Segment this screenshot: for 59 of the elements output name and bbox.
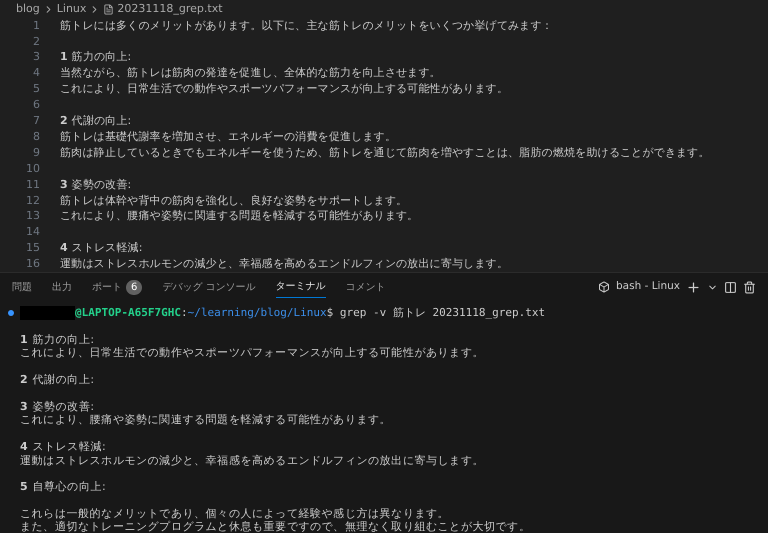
file-icon — [103, 4, 114, 14]
panel-tab[interactable]: 問題 — [12, 276, 32, 298]
code-line: 3 姿勢の改善: — [60, 176, 132, 193]
code-line: これにより、腰痛や姿勢に関連する問題を軽減する可能性があります。 — [60, 208, 418, 224]
split-icon[interactable] — [724, 280, 737, 294]
breadcrumb-item[interactable]: Linux — [56, 0, 86, 18]
terminal-output-line: 運動はストレスホルモンの減少と、幸福感を高めるエンドルフィンの放出に寄与します。 — [20, 454, 484, 467]
prompt-text: : — [180, 304, 188, 321]
line-number: 15 — [25, 240, 40, 256]
line-number: 3 — [32, 49, 40, 66]
panel-tab[interactable]: デバッグ コンソール — [162, 276, 256, 298]
terminal-output-line: 2 代謝の向上: — [20, 373, 95, 386]
terminal-output-line: また、適切なトレーニングプログラムと休息も重要ですので、無理なく取り組むことが大切です。 — [20, 520, 530, 533]
panel-tab[interactable]: ターミナル — [276, 276, 326, 298]
code-line: これにより、日常生活での動作やスポーツパフォーマンスが向上する可能性があります。 — [60, 81, 508, 98]
line-number: 11 — [25, 176, 40, 193]
code-line: 2 代謝の向上: — [60, 113, 132, 130]
code-line: 筋トレには多くのメリットがあります。以下に、主な筋トレのメリットをいくつか挙げてみます： — [60, 18, 553, 34]
prompt-text: @LAPTOP-A65F7GHC — [75, 304, 181, 321]
panel-tab[interactable]: ポート 6 — [92, 276, 142, 298]
code-line: 筋トレは基礎代謝率を増加させ、エネルギーの消費を促進します。 — [60, 128, 396, 145]
line-number: 10 — [25, 160, 40, 177]
trash-icon[interactable] — [743, 280, 756, 294]
line-number: 16 — [25, 256, 40, 272]
code-line: 1 筋力の向上: — [60, 49, 132, 66]
code-line: 4 ストレス軽減: — [60, 240, 143, 256]
redacted-block — [20, 306, 75, 320]
terminal-output-line: これらは一般的なメリットであり、個々の人によって経験や感じ方は異なります。 — [20, 507, 450, 520]
terminal-output-line: 3 姿勢の改善: — [20, 400, 95, 413]
terminal-name[interactable]: bash - Linux — [616, 279, 680, 295]
line-number: 9 — [32, 144, 40, 161]
count-badge: 6 — [126, 280, 142, 294]
line-number: 5 — [32, 81, 40, 98]
terminal-output-line: 1 筋力の向上: — [20, 333, 95, 346]
terminal-output-line: 4 ストレス軽減: — [20, 440, 106, 454]
breadcrumb-item[interactable]: blog — [16, 0, 40, 18]
line-number: 12 — [25, 192, 40, 208]
code-line: 当然ながら、筋トレは筋肉の発達を促進し、全体的な筋力を向上させます。 — [60, 65, 441, 82]
prompt-text: ~/learning/blog/Linux — [188, 304, 327, 321]
line-number: 4 — [32, 65, 40, 82]
line-number: 1 — [32, 18, 40, 34]
code-line: 筋肉は静止しているときでもエネルギーを使うため、筋トレを通じて筋肉を増やすことは、脂肪の燃焼を助けることができます。 — [60, 144, 710, 161]
panel-tab[interactable]: 出力 — [52, 276, 72, 298]
add-icon[interactable] — [686, 280, 701, 294]
terminal-icon — [598, 281, 610, 293]
line-number: 8 — [32, 128, 40, 145]
terminal-output-line: 5 自尊心の向上: — [20, 480, 106, 494]
breadcrumb-item[interactable]: 20231118_grep.txt — [117, 0, 223, 18]
panel-tab[interactable]: コメント — [346, 276, 386, 298]
terminal-output-line: これにより、腰痛や姿勢に関連する問題を軽減する可能性があります。 — [20, 413, 392, 426]
line-number: 7 — [32, 113, 40, 130]
code-line: 運動はストレスホルモンの減少と、幸福感を高めるエンドルフィンの放出に寄与します。 — [60, 256, 508, 272]
line-number: 6 — [32, 97, 40, 114]
terminal-output-line: これにより、日常生活での動作やスポーツパフォーマンスが向上する可能性があります。 — [20, 346, 484, 360]
line-number: 14 — [25, 224, 40, 240]
line-number: 2 — [32, 34, 40, 50]
line-number: 13 — [25, 208, 40, 224]
prompt-text: $ grep -v 筋トレ 20231118_grep.txt — [326, 304, 546, 321]
code-line: 筋トレは体幹や背中の筋肉を強化し、良好な姿勢をサポートします。 — [60, 192, 408, 208]
